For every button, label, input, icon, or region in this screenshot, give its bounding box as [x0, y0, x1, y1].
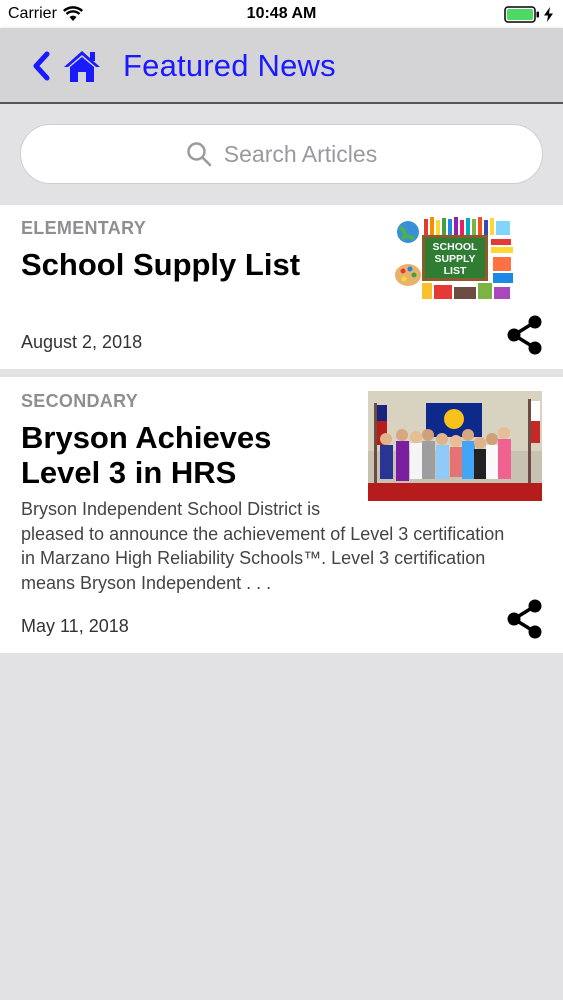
search-icon — [187, 142, 212, 167]
summary-line: means Bryson Independent . . . — [21, 572, 272, 593]
battery-icon — [504, 6, 539, 23]
clock: 10:48 AM — [246, 5, 317, 22]
summary-line: Bryson Independent School District is — [21, 499, 321, 519]
battery-indicator — [504, 6, 553, 23]
article-thumbnail[interactable] — [368, 391, 542, 501]
home-icon[interactable] — [62, 48, 102, 84]
article-summary: Bryson Independent School District is pl… — [21, 497, 546, 595]
thumb-line-1: SCHOOL — [433, 241, 479, 253]
thumb-line-2: SUPPLY — [434, 253, 475, 265]
article-thumbnail[interactable]: SCHOOL SUPPLY LIST — [394, 217, 516, 301]
article-card[interactable]: SECONDARY Bryson Achieves Level 3 in HRS — [0, 377, 563, 653]
share-icon[interactable] — [507, 315, 543, 355]
article-category: SECONDARY — [21, 391, 139, 411]
page-title: Featured News — [123, 48, 336, 83]
thumb-line-3: LIST — [444, 265, 467, 277]
status-bar: Carrier 10:48 AM — [0, 0, 563, 28]
navigation-bar: Featured News — [0, 28, 563, 104]
article-card[interactable]: ELEMENTARY School Supply List SCHOOL SUP… — [0, 205, 563, 369]
chevron-left-icon[interactable] — [28, 48, 54, 84]
article-title-line-2: Level 3 in HRS — [21, 455, 237, 490]
search-area: Search Articles — [0, 104, 563, 204]
search-placeholder: Search Articles — [223, 140, 378, 167]
article-date: May 11, 2018 — [21, 616, 129, 636]
article-date: August 2, 2018 — [21, 332, 143, 352]
search-input[interactable]: Search Articles — [20, 124, 543, 184]
article-category: ELEMENTARY — [21, 218, 147, 238]
article-title-line-1: Bryson Achieves — [21, 420, 272, 455]
article-title: School Supply List — [21, 247, 301, 282]
summary-line: pleased to announce the achievement of L… — [21, 523, 505, 544]
charging-bolt-icon — [544, 7, 553, 22]
share-icon[interactable] — [507, 599, 543, 639]
summary-line: in Marzano High Reliability Schools™. Le… — [21, 548, 486, 568]
